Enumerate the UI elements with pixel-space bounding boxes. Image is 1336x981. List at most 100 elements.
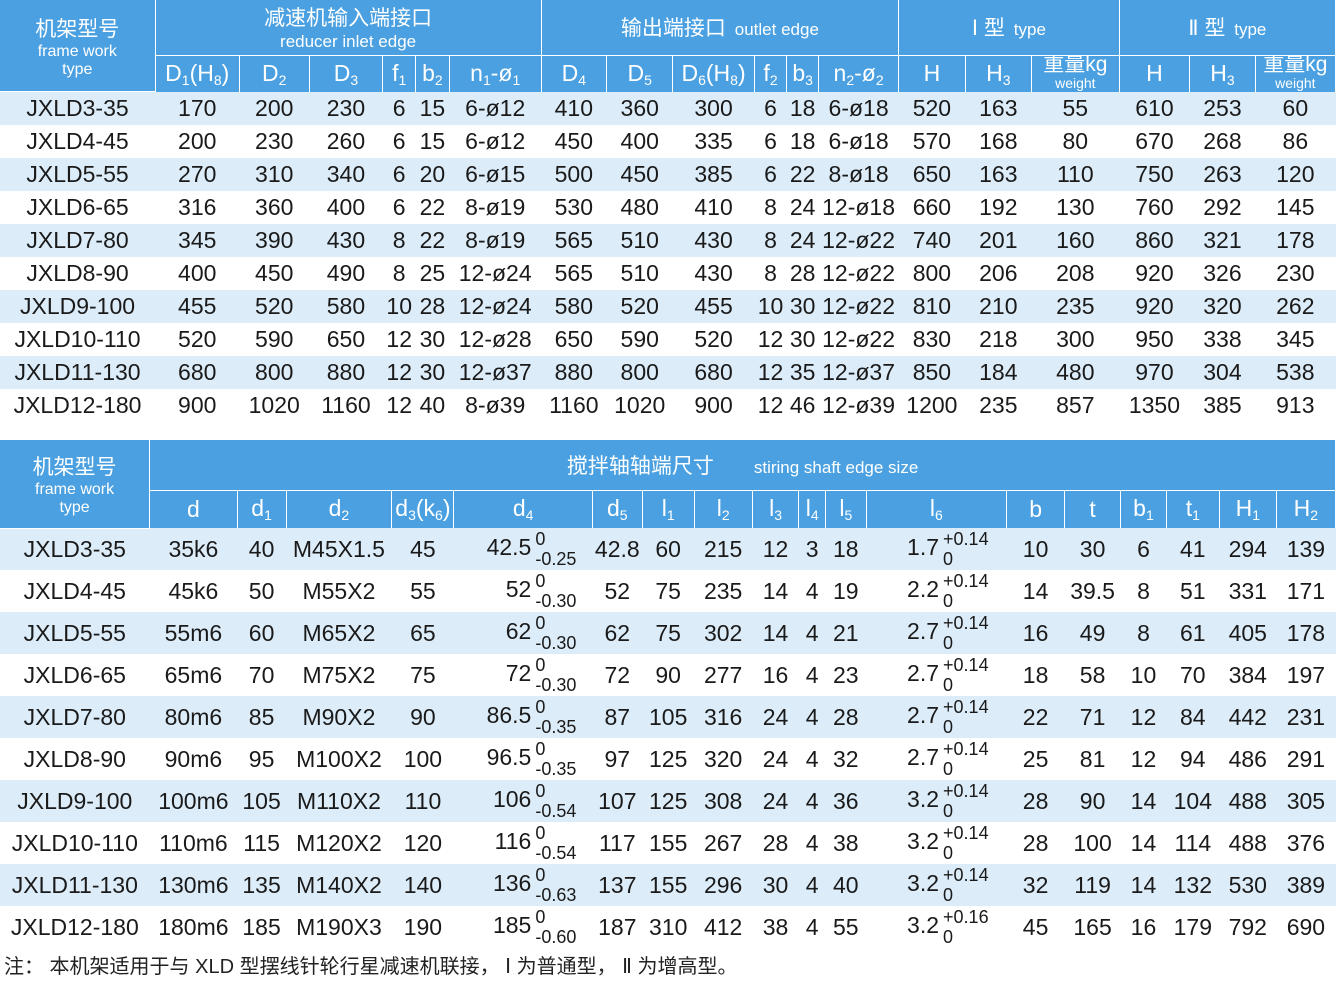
d-cell: 80m6 (149, 696, 238, 738)
frame-type-cn: 机架型号 (35, 17, 120, 41)
table2-col-header: H2 (1276, 490, 1336, 528)
b-cell: 18 (1006, 654, 1065, 696)
d5-cell: 117 (592, 822, 643, 864)
value-cell: 580 (309, 289, 383, 323)
d1-cell: 185 (237, 906, 286, 948)
col-subscript: 4 (525, 507, 534, 524)
col-symbol: D (333, 59, 351, 86)
col-subscript: 2 (434, 71, 443, 88)
d3-cell: 190 (391, 906, 454, 948)
col-subscript: 2 (846, 71, 855, 88)
d1-cell: 85 (237, 696, 286, 738)
value-cell: 30 (415, 355, 450, 389)
col-subscript: 2 (769, 71, 778, 88)
table-row: JXLD5-55 270 310 340 6 20 6-ø15 500 450 385 6 22 8-ø… (0, 157, 1336, 191)
l2-cell: 308 (694, 780, 753, 822)
value-cell: 400 (606, 124, 673, 158)
d4-tolerance-upper: 0 (535, 529, 546, 549)
value-cell: 450 (606, 157, 673, 191)
table1-col-header: D4 (541, 55, 608, 92)
value-cell: 55 (1031, 91, 1120, 125)
value-cell: 385 (1189, 388, 1256, 422)
model-cell: JXLD9-100 (0, 780, 150, 822)
model-cell: JXLD3-35 (0, 528, 150, 570)
H1-cell: 331 (1219, 570, 1277, 612)
table-row: JXLD8-90 90m6 95 M100X2 100 96.5 0 -0.35 97 125 32… (0, 738, 1336, 780)
value-cell: 260 (309, 124, 383, 158)
col-symbol: H (923, 60, 941, 86)
col-symbol: D (262, 59, 279, 86)
d1-cell: 135 (237, 864, 286, 906)
value-cell: 800 (606, 355, 673, 389)
l4-cell: 4 (798, 738, 826, 780)
table-row: JXLD10-110 520 590 650 12 30 12-ø28 650 590 520 12… (0, 322, 1336, 356)
l6-tolerance-upper: +0.14 (943, 739, 989, 759)
table2-col-header: t (1064, 490, 1122, 528)
value-cell: 335 (672, 124, 755, 158)
l6-value: 3.2 (907, 828, 940, 855)
l4-cell: 4 (798, 612, 826, 654)
table2-col-header: b1 (1120, 490, 1167, 528)
l6-value: 2.7 (907, 702, 940, 729)
table2-col-header: l5 (825, 490, 867, 528)
value-cell: 10 (382, 289, 416, 323)
l1-cell: 155 (642, 864, 695, 906)
type2-cn: Ⅱ 型 (1188, 17, 1226, 41)
col-subscript: 5 (644, 71, 652, 88)
d4-tolerance-upper: 0 (535, 655, 546, 675)
l6-tolerance-lower: 0 (943, 591, 954, 611)
l6-tolerance-lower: 0 (943, 843, 954, 863)
value-cell: 338 (1189, 322, 1256, 356)
l1-cell: 75 (642, 570, 695, 612)
l5-cell: 28 (825, 696, 867, 738)
t1-cell: 179 (1166, 906, 1220, 948)
value-cell: 15 (415, 124, 450, 158)
d4-cell: 86.5 0 -0.35 (453, 696, 593, 738)
table1-col-header: H (1119, 55, 1191, 92)
value-cell: 760 (1119, 190, 1190, 224)
d3-cell: 120 (391, 822, 454, 864)
value-cell: 8-ø19 (449, 190, 542, 224)
col-subscript: 3 (774, 507, 783, 524)
l5-cell: 36 (825, 780, 867, 822)
l6-value: 2.2 (907, 576, 940, 603)
value-cell: 12-ø24 (449, 256, 542, 290)
l4-cell: 3 (798, 528, 826, 570)
model-cell: JXLD10-110 (0, 322, 156, 356)
value-cell: 360 (606, 91, 673, 125)
model-cell: JXLD6-65 (0, 190, 156, 224)
l5-cell: 40 (825, 864, 867, 906)
d4-tolerance-lower: -0.25 (535, 549, 577, 569)
d2-cell: M140X2 (286, 864, 392, 906)
col-subscript: 1 (1192, 507, 1200, 524)
value-cell: 520 (898, 91, 966, 125)
d4-tolerance-lower: -0.54 (535, 843, 577, 863)
value-cell: 206 (965, 256, 1032, 290)
value-cell: 12 (382, 388, 416, 422)
col-suffix: -ø (490, 59, 513, 86)
H2-cell: 231 (1276, 696, 1336, 738)
d4-tolerance: 0 -0.30 (535, 613, 576, 653)
col-symbol: d (186, 495, 200, 522)
shaft-group-header: 搅拌轴轴端尺寸 stiring shaft edge size (149, 440, 1336, 491)
value-cell: 12-ø22 (818, 322, 899, 356)
value-cell: 455 (155, 289, 240, 323)
b1-cell: 8 (1120, 570, 1167, 612)
H2-cell: 389 (1276, 864, 1336, 906)
model-cell: JXLD12-180 (0, 906, 150, 948)
l6-cell: 2.7 +0.14 0 (866, 654, 1007, 696)
b1-cell: 14 (1120, 780, 1167, 822)
value-cell: 430 (309, 223, 383, 257)
H2-cell: 197 (1276, 654, 1336, 696)
value-cell: 270 (155, 157, 240, 191)
d-cell: 110m6 (149, 822, 238, 864)
d-cell: 130m6 (149, 864, 238, 906)
t-cell: 81 (1064, 738, 1121, 780)
l5-cell: 55 (825, 906, 867, 948)
value-cell: 6 (382, 157, 416, 191)
d5-cell: 97 (592, 738, 643, 780)
d2-cell: M65X2 (286, 612, 392, 654)
value-cell: 200 (155, 124, 240, 158)
col-subscript: 3 (805, 71, 813, 88)
value-cell: 230 (239, 124, 310, 158)
